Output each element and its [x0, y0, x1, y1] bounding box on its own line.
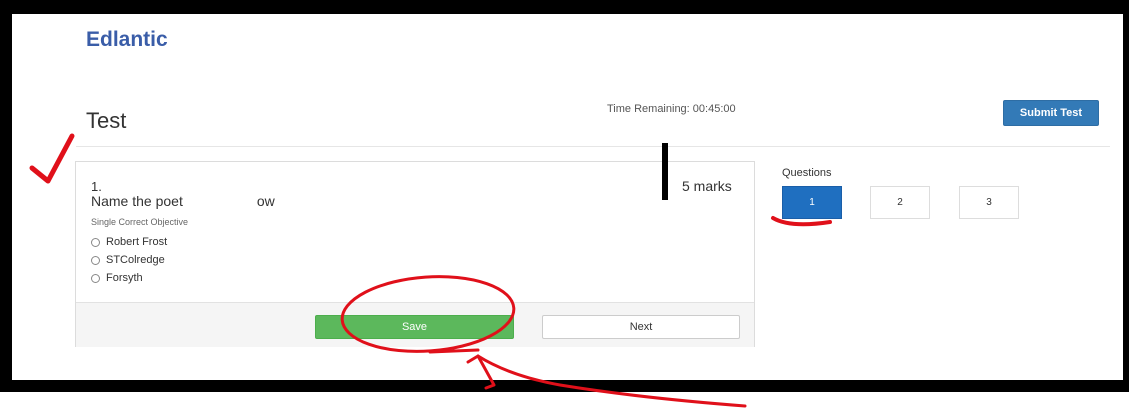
question-card-footer: Save Next	[76, 302, 754, 347]
question-nav-3[interactable]: 3	[959, 186, 1019, 219]
save-button[interactable]: Save	[315, 315, 514, 339]
submit-test-button[interactable]: Submit Test	[1003, 100, 1099, 126]
page-margin	[0, 392, 1129, 408]
option-label: Forsyth	[106, 272, 143, 284]
screenshot-border-left	[0, 0, 12, 392]
question-nav-1[interactable]: 1	[782, 186, 842, 219]
option-label: Robert Frost	[106, 236, 168, 248]
radio-button[interactable]	[91, 255, 100, 265]
checkmark-annotation	[29, 133, 75, 184]
page-title: Test	[86, 108, 127, 133]
screenshot-border-top	[0, 0, 1129, 14]
radio-button[interactable]	[91, 237, 100, 247]
question-text: Name the poet ow	[91, 193, 275, 209]
option-robert-frost[interactable]: Robert Frost	[91, 236, 167, 248]
question-card: 1. Name the poet ow 5 marks Single Correc…	[75, 161, 755, 347]
question-marks: 5 marks	[682, 178, 732, 194]
option-stcolredge[interactable]: STColredge	[91, 254, 165, 266]
option-forsyth[interactable]: Forsyth	[91, 272, 143, 284]
screenshot-border-right	[1123, 0, 1129, 392]
questions-nav-title: Questions	[782, 167, 832, 179]
question-nav-2[interactable]: 2	[870, 186, 930, 219]
question-number: 1.	[91, 179, 102, 194]
question-text-start: Name the poet	[91, 193, 183, 209]
next-button[interactable]: Next	[542, 315, 740, 339]
time-remaining: Time Remaining: 00:45:00	[607, 103, 736, 115]
radio-button[interactable]	[91, 273, 100, 283]
redaction-bar	[662, 143, 668, 200]
arrowhead-annotation	[428, 348, 480, 354]
question-text-end: ow	[256, 193, 275, 209]
header-divider	[76, 146, 1110, 147]
screenshot-border-bottom	[0, 380, 1129, 392]
option-label: STColredge	[106, 254, 165, 266]
brand-logo[interactable]: Edlantic	[86, 28, 168, 52]
question-type: Single Correct Objective	[91, 217, 189, 227]
